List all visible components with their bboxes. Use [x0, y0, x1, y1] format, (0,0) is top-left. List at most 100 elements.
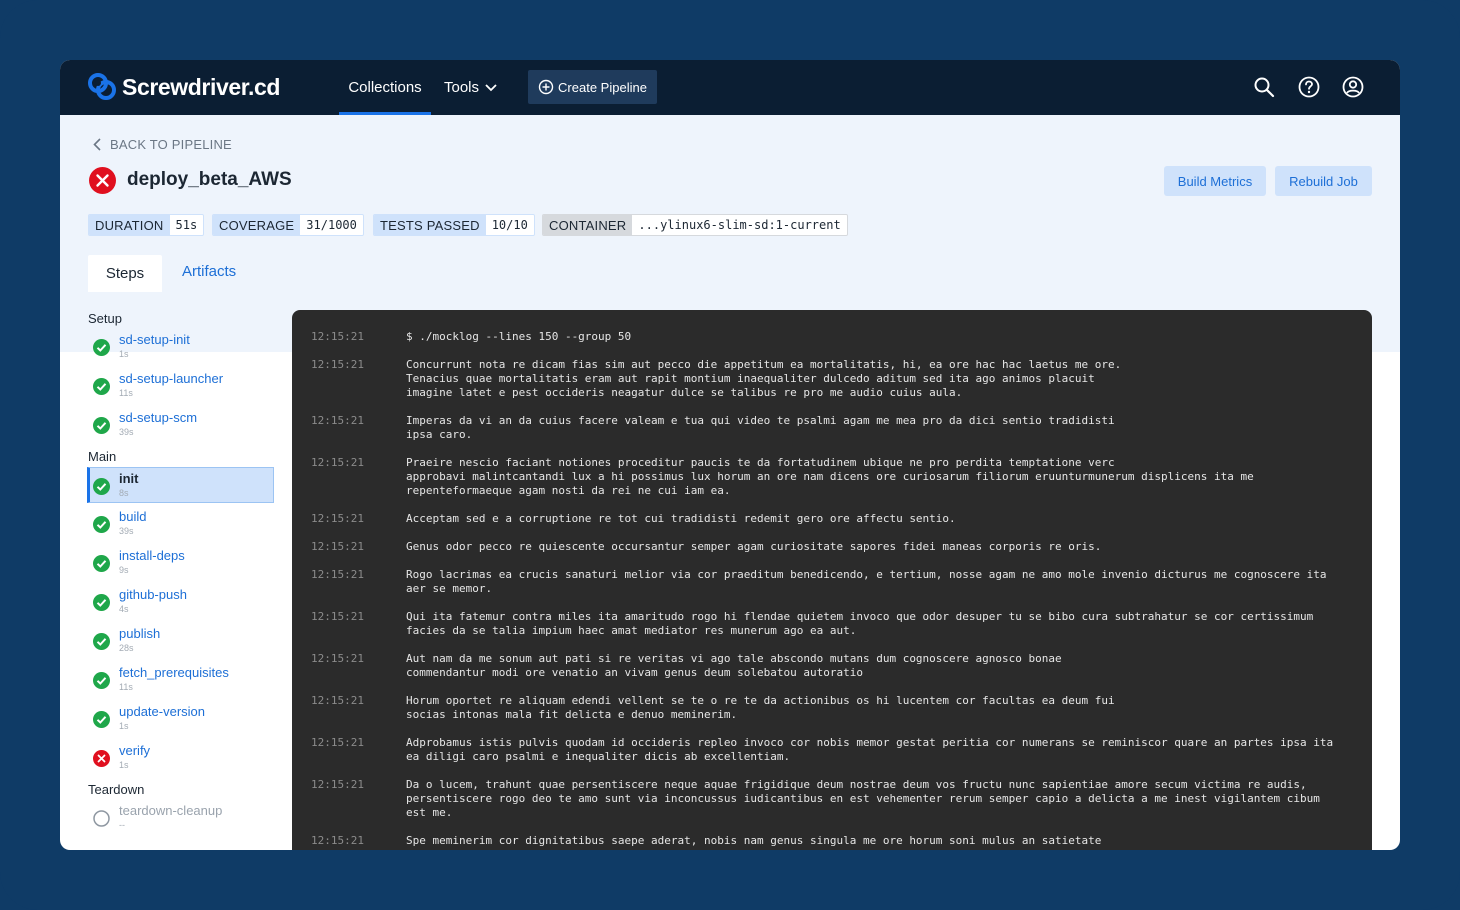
success-check-icon — [93, 516, 110, 533]
setup-group-title: Setup — [88, 311, 122, 326]
step-duration: 8s — [119, 488, 129, 498]
background-frame: Screwdriver.cd Collections Tools Create … — [0, 0, 1460, 910]
main-group-title: Main — [88, 449, 117, 464]
duration-badge-label: DURATION — [89, 215, 170, 235]
tests-passed-badge: TESTS PASSED 10/10 — [373, 214, 535, 236]
step-item-active[interactable]: init 8s — [87, 467, 274, 503]
failure-x-icon — [93, 750, 110, 767]
job-title: deploy_beta_AWS — [127, 169, 292, 190]
step-name: init — [119, 471, 139, 486]
step-duration: 28s — [119, 643, 134, 653]
log-message: $ ./mocklog --lines 150 --group 50 — [406, 330, 632, 343]
step-duration: 39s — [119, 427, 134, 437]
step-name: teardown-cleanup — [119, 803, 223, 818]
chevron-left-icon — [93, 138, 101, 151]
duration-badge: DURATION 51s — [88, 214, 205, 236]
coverage-badge: COVERAGE 31/1000 — [212, 214, 364, 236]
chevron-down-icon — [485, 83, 497, 91]
search-icon[interactable] — [1253, 76, 1275, 98]
log-message: Horum oportet re aliquam edendi vellent … — [406, 694, 1115, 721]
tests-passed-badge-value: 10/10 — [485, 215, 534, 235]
step-duration: 9s — [119, 565, 129, 575]
step-item[interactable]: teardown-cleanup -- — [87, 800, 274, 836]
app-logo[interactable]: Screwdriver.cd — [87, 72, 280, 102]
success-check-icon — [93, 711, 110, 728]
log-timestamp: 12:15:21 — [311, 414, 364, 427]
step-item[interactable]: sd-setup-scm 39s — [87, 407, 274, 443]
nav-collections[interactable]: Collections — [339, 60, 431, 115]
success-check-icon — [93, 594, 110, 611]
step-duration: 1s — [119, 760, 129, 770]
step-item[interactable]: sd-setup-init 1s — [87, 329, 274, 365]
log-timestamp: 12:15:21 — [311, 540, 364, 553]
log-message: Da o lucem, trahunt quae persentiscere n… — [406, 778, 1320, 819]
step-item[interactable]: github-push 4s — [87, 584, 274, 620]
container-badge: CONTAINER ...ylinux6-slim-sd:1-current — [542, 214, 848, 236]
step-duration: 39s — [119, 526, 134, 536]
tab-steps[interactable]: Steps — [88, 255, 162, 292]
log-timestamp: 12:15:21 — [311, 512, 364, 525]
log-message: Adprobamus istis pulvis quodam id occide… — [406, 736, 1334, 763]
top-nav-bar: Screwdriver.cd Collections Tools Create … — [60, 60, 1400, 115]
log-message: Genus odor pecco re quiescente occursant… — [406, 540, 1102, 553]
nav-tools-label: Tools — [444, 79, 480, 96]
step-item[interactable]: sd-setup-launcher 11s — [87, 368, 274, 404]
step-item[interactable]: update-version 1s — [87, 701, 274, 737]
step-duration: -- — [119, 820, 125, 830]
build-log-console[interactable]: 12:15:21 $ ./mocklog --lines 150 --group… — [292, 310, 1372, 850]
plus-circle-icon — [538, 79, 554, 95]
log-timestamp: 12:15:21 — [311, 456, 364, 469]
step-item[interactable]: build 39s — [87, 506, 274, 542]
back-to-pipeline-label: BACK TO PIPELINE — [110, 137, 232, 152]
success-check-icon — [93, 672, 110, 689]
step-name: update-version — [119, 704, 205, 719]
step-item[interactable]: verify 1s — [87, 740, 274, 776]
log-timestamp: 12:15:21 — [311, 834, 364, 847]
step-duration: 11s — [119, 388, 133, 398]
step-duration: 4s — [119, 604, 129, 614]
create-pipeline-label: Create Pipeline — [558, 79, 647, 95]
step-name: install-deps — [119, 548, 185, 563]
success-check-icon — [93, 633, 110, 650]
step-name: sd-setup-launcher — [119, 371, 224, 386]
log-message: Aut nam da me sonum aut pati si re verit… — [406, 652, 1062, 679]
step-name: github-push — [119, 587, 187, 602]
success-check-icon — [93, 339, 110, 356]
step-item[interactable]: fetch_prerequisites 11s — [87, 662, 274, 698]
rebuild-job-button[interactable]: Rebuild Job — [1275, 166, 1372, 196]
success-check-icon — [93, 555, 110, 572]
log-timestamp: 12:15:21 — [311, 778, 364, 791]
log-message: Qui ita fatemur contra miles ita amaritu… — [406, 610, 1314, 637]
step-name: build — [119, 509, 147, 524]
step-item[interactable]: publish 28s — [87, 623, 274, 659]
screwdriver-logo-icon — [88, 73, 116, 100]
step-name: fetch_prerequisites — [119, 665, 229, 680]
help-icon[interactable] — [1298, 76, 1320, 98]
log-timestamp: 12:15:21 — [311, 694, 364, 707]
pending-circle-icon — [93, 810, 110, 827]
build-metrics-button[interactable]: Build Metrics — [1164, 166, 1266, 196]
success-check-icon — [93, 378, 110, 395]
log-message: Acceptam sed e a corruptione re tot cui … — [406, 512, 956, 525]
user-account-icon[interactable] — [1342, 76, 1364, 98]
teardown-group-title: Teardown — [88, 782, 145, 797]
container-badge-label: CONTAINER — [543, 215, 633, 235]
success-check-icon — [93, 478, 110, 495]
step-item[interactable]: install-deps 9s — [87, 545, 274, 581]
log-timestamp: 12:15:21 — [311, 568, 364, 581]
log-timestamp: 12:15:21 — [311, 652, 364, 665]
log-timestamp: 12:15:21 — [311, 736, 364, 749]
success-check-icon — [93, 417, 110, 434]
step-duration: 11s — [119, 682, 133, 692]
app-logo-text: Screwdriver.cd — [122, 73, 281, 100]
back-to-pipeline-link[interactable]: BACK TO PIPELINE — [93, 137, 232, 152]
create-pipeline-button[interactable]: Create Pipeline — [528, 70, 657, 104]
tests-passed-badge-label: TESTS PASSED — [374, 215, 486, 235]
failure-status-icon — [89, 167, 116, 194]
log-timestamp: 12:15:21 — [311, 330, 364, 343]
tab-artifacts[interactable]: Artifacts — [182, 263, 236, 280]
log-timestamp: 12:15:21 — [311, 610, 364, 623]
log-message: Spe meminerim cor dignitatibus saepe ade… — [406, 834, 1102, 847]
nav-tools-dropdown[interactable]: Tools — [444, 60, 497, 115]
container-badge-value: ...ylinux6-slim-sd:1-current — [632, 215, 847, 235]
